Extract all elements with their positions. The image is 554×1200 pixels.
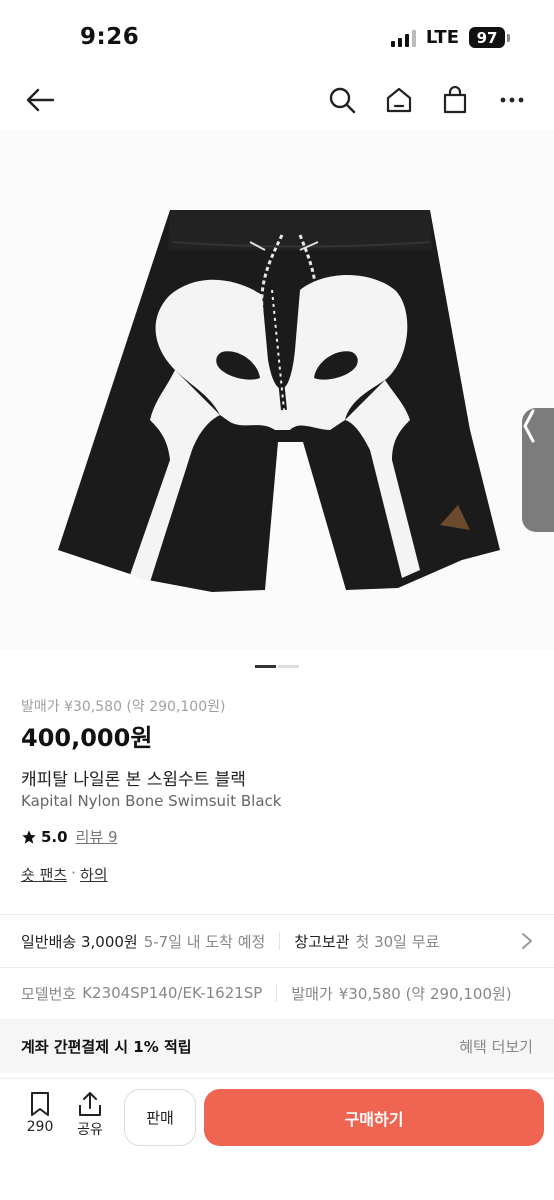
gallery-indicator bbox=[255, 665, 299, 668]
release-value: ¥30,580 (약 290,100원) bbox=[338, 984, 512, 1003]
storage-label: 창고보관 bbox=[294, 932, 350, 951]
arrow-left-icon bbox=[26, 88, 55, 112]
status-indicators: LTE 97 bbox=[390, 27, 510, 48]
more-button[interactable] bbox=[490, 78, 534, 122]
product-image[interactable] bbox=[0, 130, 554, 650]
network-label: LTE bbox=[425, 27, 459, 48]
storage-value: 첫 30일 무료 bbox=[355, 932, 440, 951]
share-button[interactable]: 공유 bbox=[72, 1091, 108, 1139]
divider bbox=[0, 967, 554, 968]
wishlist-button[interactable]: 290 bbox=[22, 1091, 58, 1135]
points-banner[interactable]: 계좌 간편결제 시 1% 적립 혜택 더보기 bbox=[0, 1019, 554, 1073]
product-title-ko: 캐피탈 나일론 본 스윔수트 블랙 bbox=[21, 770, 246, 790]
reviews-link[interactable]: 리뷰 9 bbox=[76, 826, 118, 847]
sell-button[interactable]: 판매 bbox=[124, 1089, 196, 1146]
wishlist-count: 290 bbox=[26, 1119, 54, 1135]
benefits-more-link[interactable]: 혜택 더보기 bbox=[459, 1036, 533, 1057]
bottom-action-bar: 290 공유 판매 구매하기 bbox=[0, 1078, 554, 1200]
more-icon bbox=[500, 97, 524, 103]
model-number: K2304SP140/EK-1621SP bbox=[82, 984, 263, 1002]
back-button[interactable] bbox=[18, 78, 62, 122]
search-button[interactable] bbox=[320, 78, 364, 122]
share-icon bbox=[79, 1092, 101, 1116]
buy-button[interactable]: 구매하기 bbox=[204, 1089, 544, 1146]
model-row: 모델번호 K2304SP140/EK-1621SP 발매가 ¥30,580 (약… bbox=[0, 970, 554, 1016]
divider bbox=[0, 914, 554, 915]
battery-level: 97 bbox=[469, 27, 505, 48]
points-label: 계좌 간편결제 시 1% 적립 bbox=[21, 1037, 192, 1056]
shipping-row[interactable]: 일반배송 3,000원 5-7일 내 도착 예정 창고보관 첫 30일 무료 bbox=[0, 918, 554, 964]
shipping-eta: 5-7일 내 도착 예정 bbox=[143, 932, 266, 951]
search-icon bbox=[329, 87, 356, 114]
chevron-right-icon bbox=[522, 933, 532, 949]
shopping-bag-icon bbox=[443, 86, 467, 114]
row-separator bbox=[279, 932, 281, 950]
category-breadcrumb: 숏 팬츠 · 하의 bbox=[21, 864, 108, 885]
release-price: 발매가 ¥30,580 (약 290,100원) bbox=[21, 699, 226, 715]
gallery-dot bbox=[278, 665, 299, 668]
top-nav bbox=[0, 70, 554, 130]
chevron-left-icon bbox=[523, 409, 535, 443]
bookmark-icon bbox=[31, 1092, 49, 1116]
status-time: 9:26 bbox=[80, 24, 140, 50]
product-title-en: Kapital Nylon Bone Swimsuit Black bbox=[21, 792, 282, 810]
release-label: 발매가 bbox=[291, 984, 333, 1003]
rating-score: 5.0 bbox=[41, 827, 68, 846]
rating: 5.0 리뷰 9 bbox=[21, 826, 118, 847]
shorts-illustration bbox=[58, 210, 500, 592]
shipping-label: 일반배송 3,000원 bbox=[21, 932, 138, 951]
category-link-shorts[interactable]: 숏 팬츠 bbox=[21, 864, 67, 885]
product-price: 400,000원 bbox=[21, 724, 153, 752]
row-separator bbox=[276, 984, 278, 1002]
battery-icon: 97 bbox=[469, 27, 510, 48]
status-bar: 9:26 LTE 97 bbox=[0, 0, 554, 70]
home-icon bbox=[386, 87, 412, 113]
home-button[interactable] bbox=[377, 78, 421, 122]
share-label: 공유 bbox=[77, 1122, 103, 1138]
category-separator: · bbox=[71, 864, 76, 882]
category-link-bottoms[interactable]: 하의 bbox=[80, 864, 108, 885]
signal-icon bbox=[390, 29, 416, 47]
star-icon bbox=[22, 829, 36, 844]
gallery-dot-active bbox=[255, 665, 276, 668]
side-drawer-handle[interactable] bbox=[522, 408, 554, 532]
cart-button[interactable] bbox=[433, 78, 477, 122]
model-label: 모델번호 bbox=[21, 984, 77, 1003]
